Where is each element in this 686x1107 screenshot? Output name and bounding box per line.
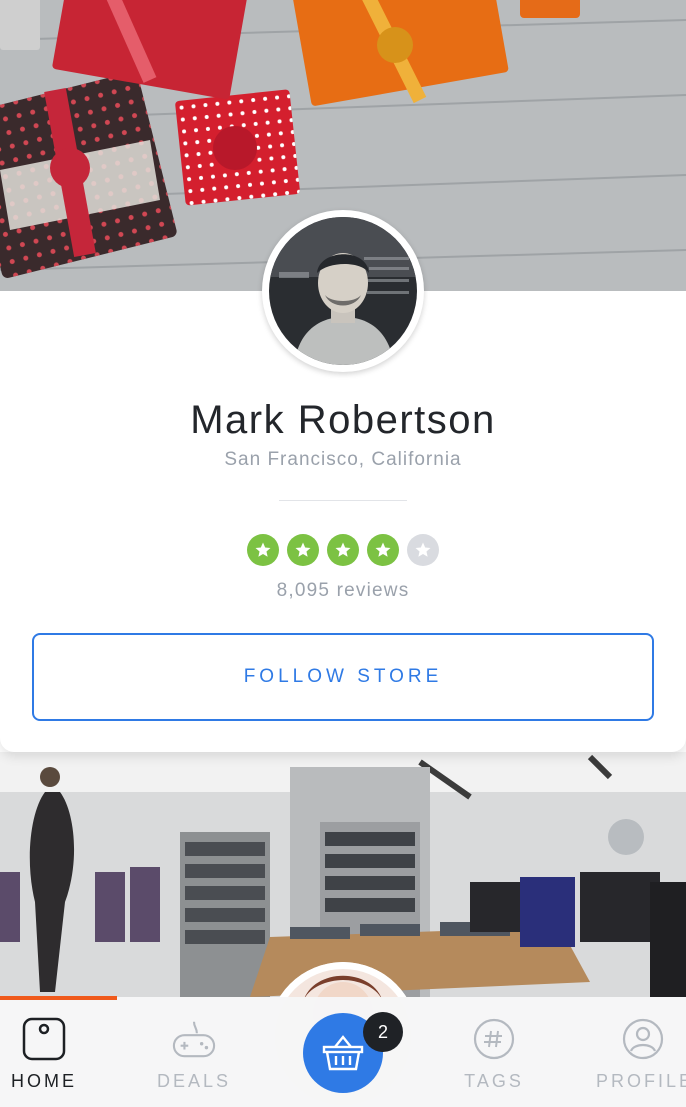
- star-filled-icon: [247, 534, 279, 566]
- tab-profile[interactable]: PROFILE: [596, 997, 686, 1107]
- profile-location: San Francisco, California: [224, 449, 462, 470]
- tab-home-label: HOME: [11, 1071, 77, 1091]
- home-square-icon: [22, 1017, 66, 1061]
- star-filled-icon: [327, 534, 359, 566]
- tab-deals[interactable]: DEALS: [150, 997, 238, 1107]
- star-filled-icon: [367, 534, 399, 566]
- profile-card: Mark Robertson San Francisco, California…: [0, 0, 686, 752]
- star-rating: [247, 534, 439, 566]
- star-filled-icon: [287, 534, 319, 566]
- tab-profile-label: PROFILE: [596, 1071, 686, 1091]
- avatar-photo: [269, 217, 417, 365]
- cart-badge: 2: [363, 1012, 403, 1052]
- tab-tags-label: TAGS: [464, 1071, 524, 1091]
- follow-store-button[interactable]: FOLLOW STORE: [32, 633, 654, 721]
- store-photo: [0, 752, 686, 997]
- hashtag-icon: [472, 1017, 516, 1061]
- reviews-count[interactable]: 8,095 reviews: [0, 580, 686, 602]
- progress-bar: [0, 996, 686, 1000]
- avatar[interactable]: [262, 210, 424, 372]
- basket-icon: [322, 1035, 364, 1071]
- tab-home[interactable]: HOME: [0, 997, 88, 1107]
- divider: [279, 500, 407, 501]
- tab-tags[interactable]: TAGS: [450, 997, 538, 1107]
- tab-deals-label: DEALS: [156, 1071, 232, 1091]
- user-icon: [621, 1017, 665, 1061]
- star-empty-icon: [407, 534, 439, 566]
- gamepad-icon: [172, 1017, 216, 1061]
- progress-fill: [0, 996, 117, 1000]
- profile-name: Mark Robertson: [190, 398, 496, 442]
